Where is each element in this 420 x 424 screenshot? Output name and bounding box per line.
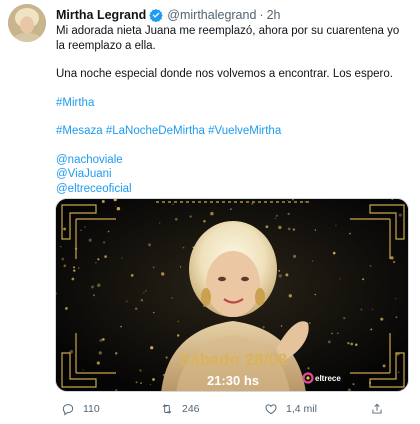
avatar[interactable] bbox=[8, 4, 46, 42]
tweet: Mirtha Legrand @mirthalegrand · 2h Mi ad… bbox=[0, 0, 420, 424]
like-count: 1,4 mil bbox=[286, 403, 317, 415]
retweet-count: 246 bbox=[182, 403, 200, 415]
media-date-text: Sábado 28/08 bbox=[179, 350, 288, 369]
author-handle[interactable]: @mirthalegrand bbox=[167, 8, 256, 22]
tweet-media-image[interactable]: Sábado 28/08 21:30 hs eltrece bbox=[55, 198, 409, 392]
tweet-text-line: Una noche especial donde nos volvemos a … bbox=[56, 68, 393, 80]
hashtags-link[interactable]: #Mesaza #LaNocheDeMirtha #VuelveMirtha bbox=[56, 124, 408, 139]
mention-link[interactable]: @nachoviale bbox=[56, 153, 408, 168]
display-name[interactable]: Mirtha Legrand bbox=[56, 8, 146, 22]
reply-button[interactable]: 110 bbox=[61, 400, 100, 418]
hashtag-link[interactable]: #Mirtha bbox=[56, 96, 408, 111]
verified-badge-icon bbox=[149, 8, 164, 22]
retweet-button[interactable]: 246 bbox=[160, 400, 200, 418]
tweet-actions: 110 246 1,4 mil bbox=[56, 400, 396, 418]
share-icon bbox=[372, 403, 382, 414]
media-time-text: 21:30 hs bbox=[207, 373, 259, 388]
like-icon bbox=[265, 404, 277, 415]
separator-dot: · bbox=[259, 8, 264, 22]
channel-logo-text: eltrece bbox=[315, 374, 341, 383]
tweet-text: Mi adorada nieta Juana me reemplazó, aho… bbox=[56, 24, 408, 196]
reply-icon bbox=[62, 404, 74, 416]
reply-count: 110 bbox=[83, 403, 100, 415]
retweet-icon bbox=[162, 404, 172, 414]
share-button[interactable] bbox=[370, 400, 392, 418]
tweet-text-line: Mi adorada nieta Juana me reemplazó, aho… bbox=[56, 25, 400, 52]
tweet-header: Mirtha Legrand @mirthalegrand · 2h bbox=[56, 6, 281, 24]
mention-link[interactable]: @ViaJuani bbox=[56, 167, 408, 182]
tweet-timestamp[interactable]: 2h bbox=[267, 8, 281, 22]
mention-link[interactable]: @eltreceoficial bbox=[56, 182, 408, 197]
like-button[interactable]: 1,4 mil bbox=[264, 400, 317, 418]
